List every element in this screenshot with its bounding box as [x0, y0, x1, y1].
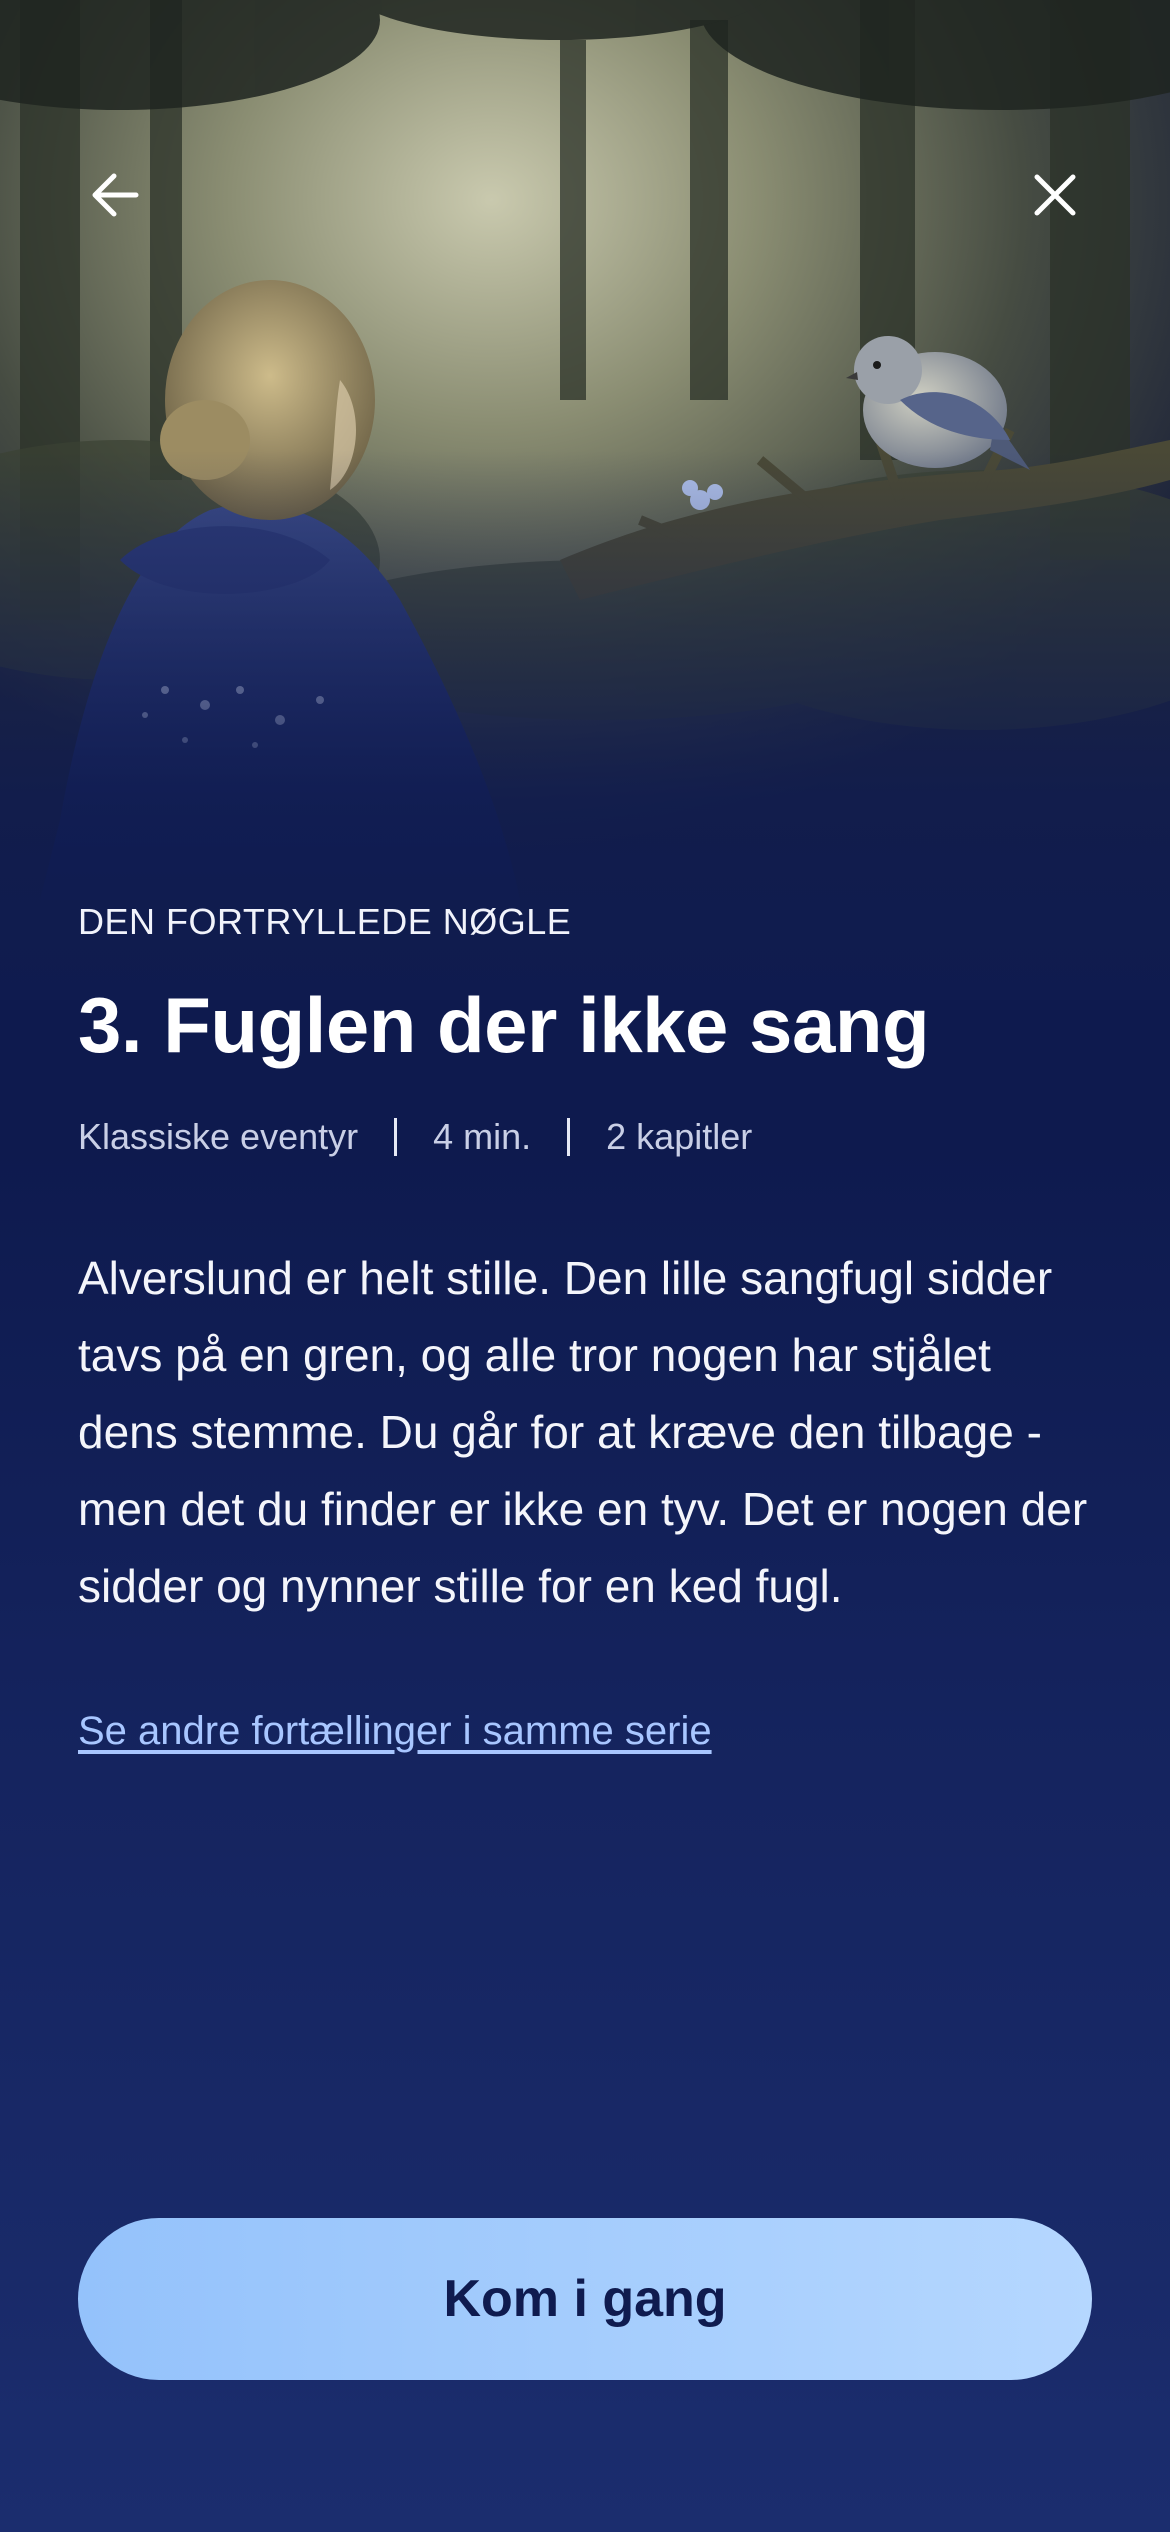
- category-label: Klassiske eventyr: [78, 1115, 359, 1157]
- meta-divider: [567, 1117, 571, 1156]
- meta-divider: [394, 1117, 398, 1156]
- story-detail-screen: DEN FORTRYLLEDE NØGLE 3. Fuglen der ikke…: [0, 0, 1170, 2532]
- story-title: 3. Fuglen der ikke sang: [78, 981, 930, 1070]
- story-description: Alverslund er helt stille. Den lille san…: [78, 1252, 1088, 1613]
- arrow-left-icon: [92, 173, 139, 217]
- series-link[interactable]: Se andre fortællinger i samme serie: [78, 1709, 712, 1754]
- chapters-label: 2 kapitler: [606, 1115, 753, 1157]
- close-button[interactable]: [1010, 150, 1100, 240]
- duration-label: 4 min.: [433, 1115, 532, 1157]
- story-meta: Klassiske eventyr 4 min. 2 kapitler: [78, 1115, 1092, 1158]
- start-button[interactable]: Kom i gang: [78, 2218, 1092, 2380]
- back-button[interactable]: [70, 150, 160, 240]
- close-icon: [1034, 174, 1076, 216]
- hero-illustration: [0, 0, 1170, 1000]
- series-name: DEN FORTRYLLEDE NØGLE: [78, 901, 572, 942]
- story-info: DEN FORTRYLLEDE NØGLE 3. Fuglen der ikke…: [78, 900, 1092, 1754]
